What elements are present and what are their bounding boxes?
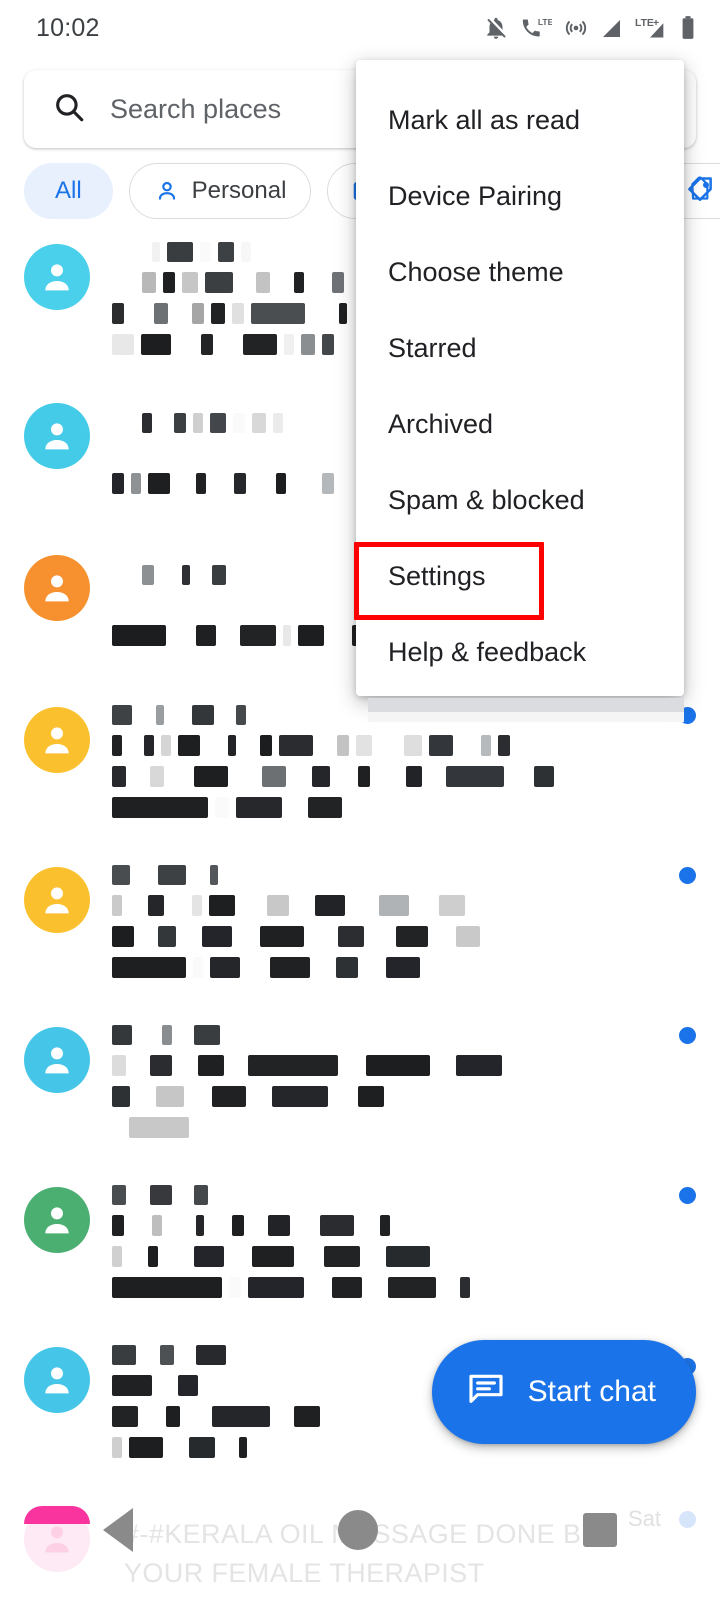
svg-text:LTE: LTE <box>635 18 654 29</box>
avatar <box>24 707 90 773</box>
menu-item-settings[interactable]: Settings <box>354 538 684 620</box>
list-item[interactable] <box>0 1005 720 1165</box>
lte-plus-icon: LTE + <box>635 15 669 41</box>
person-icon <box>24 1347 90 1413</box>
redacted-line <box>112 957 696 978</box>
redacted-title <box>112 1025 696 1045</box>
avatar-top-accent <box>24 1506 90 1524</box>
svg-text:+: + <box>653 18 659 29</box>
status-time: 10:02 <box>36 13 100 42</box>
menu-item-label: Starred <box>388 332 477 363</box>
call-lte-icon: LTE <box>520 15 552 41</box>
redacted-line <box>112 1277 696 1298</box>
person-icon <box>24 244 90 310</box>
person-icon <box>24 1187 90 1253</box>
overflow-menu[interactable]: Mark all as read Device Pairing Choose t… <box>354 60 684 696</box>
svg-text:LTE: LTE <box>538 17 552 27</box>
redacted-line <box>112 766 696 787</box>
menu-item-spam-and-blocked[interactable]: Spam & blocked <box>356 462 684 538</box>
chat-message-icon <box>466 1368 506 1416</box>
chip-all-label: All <box>55 177 82 204</box>
list-item-meta <box>661 867 696 884</box>
avatar <box>24 867 90 933</box>
menu-item-help-and-feedback[interactable]: Help & feedback <box>356 614 684 690</box>
chip-personal-label: Personal <box>191 177 287 204</box>
signal-bar-icon <box>600 16 624 40</box>
redacted-line <box>112 1086 696 1107</box>
notifications-off-icon <box>483 15 509 41</box>
person-icon <box>154 178 180 204</box>
redacted-line <box>112 895 696 916</box>
menu-item-starred[interactable]: Starred <box>356 310 684 386</box>
menu-item-archived[interactable]: Archived <box>356 386 684 462</box>
unread-indicator <box>679 867 696 884</box>
person-icon <box>24 1027 90 1093</box>
start-chat-fab[interactable]: Start chat <box>431 1340 696 1444</box>
list-item[interactable] <box>0 845 720 1005</box>
avatar <box>24 403 90 469</box>
status-bar: 10:02 LTE LTE + <box>0 0 720 56</box>
avatar <box>24 555 90 621</box>
avatar <box>24 1187 90 1253</box>
avatar <box>24 244 90 310</box>
list-item-body <box>112 861 696 989</box>
menu-item-label: Mark all as read <box>388 104 581 135</box>
list-item[interactable] <box>0 1165 720 1325</box>
avatar <box>24 1347 90 1413</box>
person-icon <box>24 403 90 469</box>
redacted-line <box>112 1055 696 1076</box>
menu-item-mark-all-as-read[interactable]: Mark all as read <box>356 82 684 158</box>
menu-item-label: Device Pairing <box>388 180 563 211</box>
menu-item-label: Settings <box>388 560 486 591</box>
chip-personal[interactable]: Personal <box>128 163 312 219</box>
hotspot-icon <box>563 15 589 41</box>
search-icon <box>52 90 86 129</box>
person-icon <box>24 707 90 773</box>
list-item-meta <box>661 1027 696 1044</box>
avatar <box>24 1027 90 1093</box>
menu-scrollbar[interactable] <box>368 698 684 712</box>
redacted-line <box>112 1215 696 1236</box>
menu-item-label: Archived <box>388 408 494 439</box>
redacted-line <box>112 735 696 756</box>
avatar <box>24 1506 90 1572</box>
tag-icon <box>685 176 715 206</box>
status-icon-group: LTE LTE + <box>483 15 696 41</box>
list-item-body <box>112 1181 696 1309</box>
redacted-line <box>112 1117 696 1138</box>
menu-item-choose-theme[interactable]: Choose theme <box>356 234 684 310</box>
person-icon <box>24 555 90 621</box>
chip-all[interactable]: All <box>24 163 113 219</box>
menu-item-label: Spam & blocked <box>388 484 585 515</box>
redacted-line <box>112 926 696 947</box>
menu-item-device-pairing[interactable]: Device Pairing <box>356 158 684 234</box>
search-input-placeholder[interactable]: Search places <box>110 94 281 125</box>
menu-scrollbar-track <box>368 712 684 722</box>
menu-item-label: Choose theme <box>388 256 564 287</box>
redacted-title <box>112 865 696 885</box>
list-item-body <box>112 1021 696 1149</box>
redacted-line <box>112 797 696 818</box>
list-item-meta <box>661 1187 696 1204</box>
menu-item-label: Help & feedback <box>388 636 587 667</box>
redacted-title <box>112 1185 696 1205</box>
start-chat-label: Start chat <box>527 1375 656 1408</box>
redacted-line <box>112 1246 696 1267</box>
promo-text: #-#KERALA OIL MASSAGE DONE BY YOUR FEMAL… <box>124 1519 600 1588</box>
unread-indicator <box>679 1187 696 1204</box>
unread-indicator <box>679 1027 696 1044</box>
person-icon <box>24 867 90 933</box>
battery-icon <box>680 15 696 41</box>
